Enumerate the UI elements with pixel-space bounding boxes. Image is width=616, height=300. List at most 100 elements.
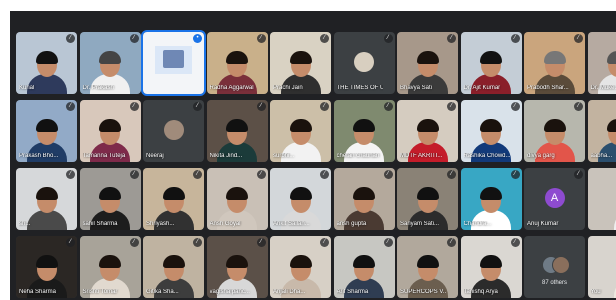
participant-tile[interactable]: ⁄ sh... <box>16 168 77 230</box>
participant-tile[interactable]: ⁄ Dr. Ajit Kumar <box>460 32 522 94</box>
participant-avatar <box>354 52 374 72</box>
participant-tile[interactable]: ⁄ Prachi Jain <box>270 32 331 94</box>
participant-tile[interactable]: ⁄ Neha Sharma <box>16 236 77 298</box>
participant-hair <box>226 119 248 132</box>
participant-tile[interactable]: ⁄ Nikita Jind... <box>206 100 268 162</box>
participant-tile[interactable]: • <box>141 30 206 96</box>
participant-tile[interactable]: ⁄ vagisha panc... <box>206 236 268 298</box>
participant-name: Bhavya Sati <box>400 85 433 91</box>
mic-muted-icon: ⁄ <box>129 34 139 43</box>
participant-name: Srishti Tomar <box>82 289 118 295</box>
participant-tile[interactable]: ⁄ Dr. Prakash <box>79 32 141 94</box>
mic-muted-icon: ⁄ <box>320 34 329 43</box>
participant-name: Gitika Sha... <box>146 289 179 295</box>
participant-hair <box>353 255 375 268</box>
mic-muted-icon: ⁄ <box>510 102 520 111</box>
others-avatars <box>542 256 570 274</box>
mic-muted-icon: ⁄ <box>66 102 75 111</box>
mic-muted-icon: ⁄ <box>66 238 75 247</box>
participant-name: Ansh Goyal <box>209 221 241 227</box>
participant-tile[interactable]: ⁄ Neeraj <box>143 100 204 162</box>
mic-muted-icon: ⁄ <box>256 102 266 111</box>
participant-hair <box>289 255 312 268</box>
participant-hair <box>35 255 58 268</box>
participant-name: aabha... <box>590 153 613 159</box>
participant-hair <box>353 119 375 132</box>
participant-hair <box>35 119 58 132</box>
participant-hair <box>416 51 439 64</box>
mic-muted-icon: ⁄ <box>66 170 75 179</box>
participant-tile[interactable]: ⁄ Bhavya Sati <box>397 32 458 94</box>
participant-name: Prachi Jain <box>273 85 303 91</box>
participant-tile[interactable]: ⁄ Sanyam Sati... <box>397 168 458 230</box>
mic-muted-icon: ⁄ <box>320 238 329 247</box>
mic-muted-icon: ⁄ <box>193 238 202 247</box>
participant-name: Dr. Prakash <box>82 85 114 91</box>
participant-tile[interactable]: ⁄ divya garg <box>524 100 585 162</box>
participant-hair <box>99 187 121 200</box>
participant-name: Anjali Dha... <box>273 289 306 295</box>
participant-name: Radha Aggarwal <box>209 85 254 91</box>
participant-name: SUPERCOPS V... <box>400 289 446 295</box>
participant-tile[interactable]: ⁄ Radha Aggarwal <box>206 32 268 94</box>
participant-tile[interactable]: ⁄Dr. Muke... <box>587 32 616 94</box>
participant-tile[interactable]: ⁄You <box>587 236 616 298</box>
participant-name: Rashika Chowd... <box>463 153 510 159</box>
participant-tile[interactable]: ⁄ surbhi... <box>270 100 331 162</box>
participant-tile[interactable]: ⁄ Ansh Goyal <box>206 168 268 230</box>
participant-tile[interactable]: ⁄aabha... <box>587 100 616 162</box>
mic-muted-icon: ⁄ <box>256 238 266 247</box>
participant-hair <box>99 255 121 268</box>
participant-tile[interactable]: ⁄ Prakash Bho... <box>16 100 77 162</box>
participant-tile[interactable]: ⁄ Tanishq Arya <box>460 236 522 298</box>
participant-hair <box>99 51 121 64</box>
participant-name: Shriyash... <box>146 221 175 227</box>
participant-hair <box>480 255 502 268</box>
participant-hair <box>35 187 58 200</box>
participant-tile[interactable]: ⁄ Gitika Sha... <box>143 236 204 298</box>
participant-tile[interactable]: ⁄ MDTF AKRITI... <box>397 100 458 162</box>
participant-name: Tanishq Arya <box>463 289 498 295</box>
participant-tile[interactable]: ⁄ Rashika Chowd... <box>460 100 522 162</box>
participant-tile[interactable]: ⁄ Arif Sharma <box>333 236 395 298</box>
participant-name: MDTF AKRITI... <box>400 153 443 159</box>
participant-hair <box>162 187 185 200</box>
participant-tile[interactable]: 87 others <box>524 236 585 298</box>
participant-tile[interactable]: ⁄ THE TIMES OF US <box>333 32 395 94</box>
participant-hair <box>289 187 312 200</box>
mic-muted-icon: ⁄ <box>447 102 456 111</box>
mic-muted-icon: ⁄ <box>383 102 393 111</box>
participant-tile[interactable]: ⁄ Srishti Tomar <box>79 236 141 298</box>
participant-tile[interactable]: ⁄ SUPERCOPS V... <box>397 236 458 298</box>
participant-tile[interactable]: ⁄ Chandra... <box>460 168 522 230</box>
participant-tile[interactable]: ⁄ Shriyash... <box>143 168 204 230</box>
participant-name: Arif Sharma <box>336 289 369 295</box>
mic-muted-icon: ⁄ <box>66 34 75 43</box>
participant-tile[interactable]: ⁄ sahil Sharma <box>79 168 141 230</box>
participant-hair <box>353 187 375 200</box>
participant-tile[interactable]: A ⁄ Anuj Kumar <box>524 168 585 230</box>
participant-name: Neha Sharma <box>19 289 57 295</box>
participant-hair <box>480 51 502 64</box>
mic-muted-icon: ⁄ <box>320 170 329 179</box>
participant-tile[interactable]: ⁄ Kunal <box>16 32 77 94</box>
mic-muted-icon: ⁄ <box>574 102 583 111</box>
mic-muted-icon: ⁄ <box>574 170 583 179</box>
participant-hair <box>416 187 439 200</box>
participant-tile[interactable]: ⁄ chetan chauhan <box>333 100 395 162</box>
mic-muted-icon: ⁄ <box>129 170 139 179</box>
participant-name: sahil Sharma <box>82 221 118 227</box>
participant-tile[interactable]: ⁄ Tamanna Tuteja <box>79 100 141 162</box>
mic-muted-icon: ⁄ <box>193 170 202 179</box>
participant-tile[interactable]: ⁄ Anjali Dha... <box>270 236 331 298</box>
participant-avatar <box>163 120 184 140</box>
participant-name: Prabodh Shar... <box>527 85 569 91</box>
participant-name: Kunal <box>19 85 35 91</box>
participant-name: sh... <box>19 221 31 227</box>
mic-muted-icon: ⁄ <box>510 34 520 43</box>
participant-tile[interactable]: ⁄ ansh gupta <box>333 168 395 230</box>
participant-tile[interactable]: ⁄ Ankit Sailan... <box>270 168 331 230</box>
participant-tile[interactable]: ⁄ Prabodh Shar... <box>524 32 585 94</box>
mic-muted-icon: ⁄ <box>256 170 266 179</box>
participant-tile[interactable]: ⁄ <box>587 168 616 230</box>
